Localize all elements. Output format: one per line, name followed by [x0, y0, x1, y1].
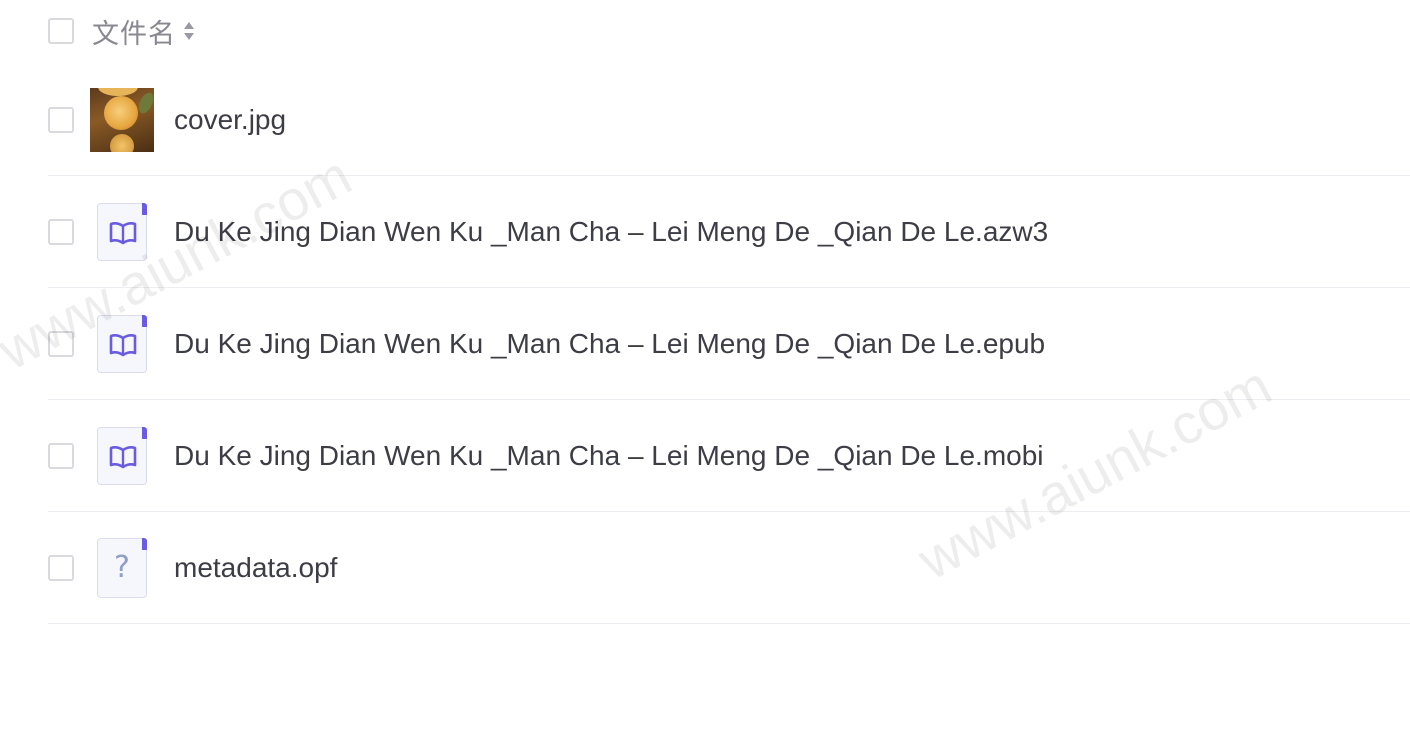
file-row[interactable]: Du Ke Jing Dian Wen Ku _Man Cha – Lei Me… — [48, 288, 1410, 400]
file-name[interactable]: cover.jpg — [174, 104, 286, 136]
file-name[interactable]: Du Ke Jing Dian Wen Ku _Man Cha – Lei Me… — [174, 216, 1048, 248]
file-row[interactable]: Du Ke Jing Dian Wen Ku _Man Cha – Lei Me… — [48, 176, 1410, 288]
row-checkbox[interactable] — [48, 330, 74, 357]
file-name[interactable]: Du Ke Jing Dian Wen Ku _Man Cha – Lei Me… — [174, 328, 1045, 360]
select-all-checkbox[interactable] — [48, 18, 74, 44]
file-row[interactable]: Du Ke Jing Dian Wen Ku _Man Cha – Lei Me… — [48, 400, 1410, 512]
row-checkbox[interactable] — [48, 442, 74, 469]
row-checkbox[interactable] — [48, 106, 74, 133]
book-icon — [90, 424, 154, 488]
sort-icon[interactable] — [182, 19, 196, 43]
file-list-header: 文件名 — [48, 12, 196, 51]
row-checkbox[interactable] — [48, 554, 74, 581]
row-checkbox[interactable] — [48, 218, 74, 245]
unknown-file-icon: ? — [90, 536, 154, 600]
book-icon — [90, 312, 154, 376]
file-row[interactable]: ? metadata.opf — [48, 512, 1410, 624]
file-name[interactable]: Du Ke Jing Dian Wen Ku _Man Cha – Lei Me… — [174, 440, 1044, 472]
image-thumbnail — [90, 87, 154, 152]
book-icon — [90, 200, 154, 264]
filename-column-header[interactable]: 文件名 — [92, 12, 176, 51]
file-list-page: 文件名 cover.jpg Du Ke Jing Dian Wen Ku _Ma… — [0, 0, 1410, 738]
file-name[interactable]: metadata.opf — [174, 552, 337, 584]
file-row[interactable]: cover.jpg — [48, 64, 1410, 176]
